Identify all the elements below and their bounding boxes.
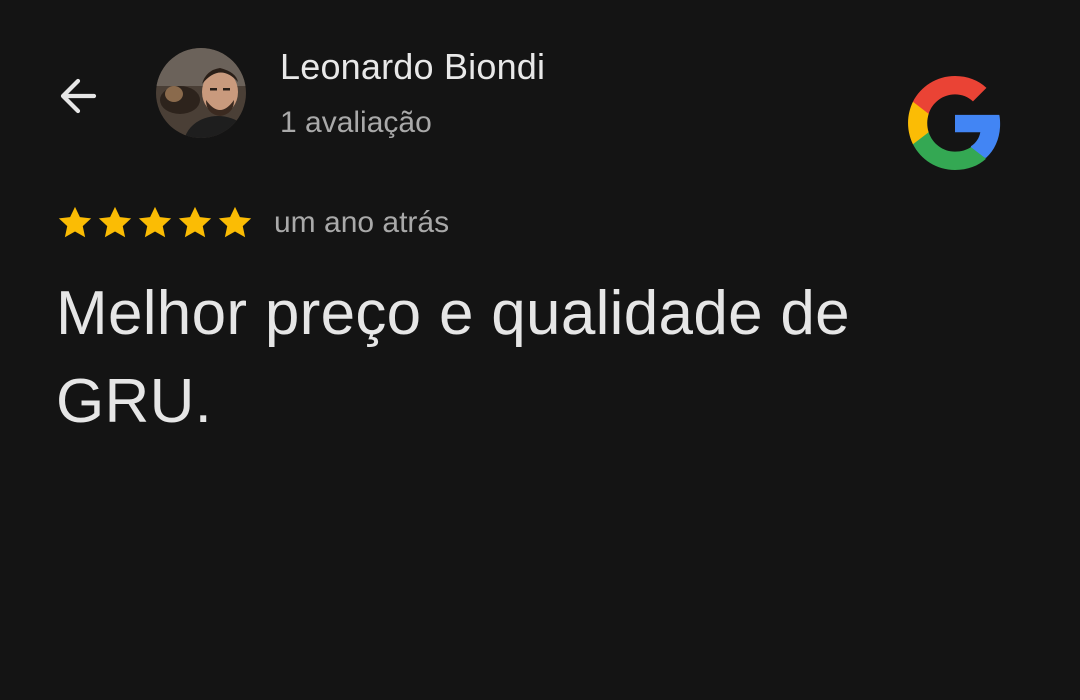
review-text: Melhor preço e qualidade de GRU. — [56, 279, 850, 436]
review-count: 1 avaliação — [280, 106, 432, 139]
rating-row: um ano atrás — [56, 200, 449, 246]
star-icon — [178, 206, 212, 238]
back-button[interactable] — [48, 66, 108, 126]
arrow-left-icon — [60, 78, 97, 114]
star-rating — [56, 204, 256, 242]
star-icon — [58, 206, 92, 238]
star-icon — [218, 206, 252, 238]
reviewer-name[interactable]: Leonardo Biondi — [280, 46, 545, 88]
google-g-icon — [906, 74, 1004, 172]
star-icon — [138, 206, 172, 238]
review-time: um ano atrás — [274, 206, 450, 239]
avatar[interactable] — [156, 48, 246, 138]
star-icon — [98, 206, 132, 238]
